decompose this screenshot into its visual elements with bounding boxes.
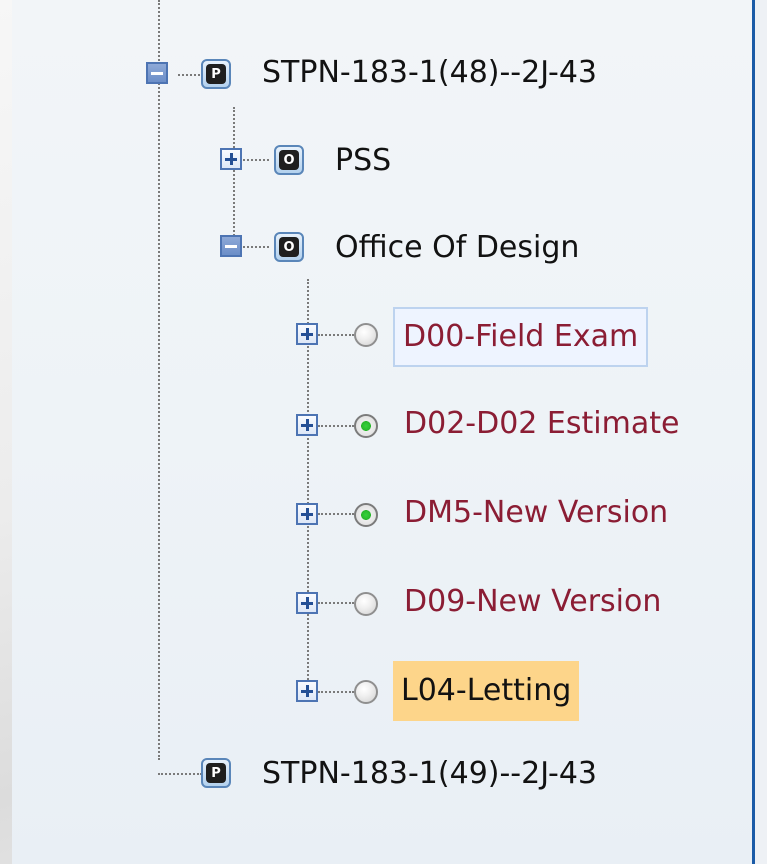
expand-button[interactable] xyxy=(296,592,318,614)
status-green-icon xyxy=(354,503,378,527)
office-node-icon: O xyxy=(274,232,304,262)
tree-connector xyxy=(158,0,160,760)
status-gray-icon xyxy=(354,680,378,704)
status-gray-icon xyxy=(354,323,378,347)
tree-connector xyxy=(318,334,354,336)
tree-node-label[interactable]: PSS xyxy=(335,142,391,180)
plus-icon xyxy=(301,419,313,431)
tree-connector xyxy=(243,159,269,161)
plus-icon xyxy=(225,153,237,165)
task-node-label[interactable]: L04-Letting xyxy=(393,661,580,721)
tree-node-label[interactable]: STPN-183-1(48)--2J-43 xyxy=(262,54,597,92)
tree-connector xyxy=(178,74,200,76)
expand-button[interactable] xyxy=(296,680,318,702)
status-green-icon xyxy=(354,414,378,438)
panel-splitter[interactable] xyxy=(752,0,767,864)
minus-icon xyxy=(151,71,163,75)
status-gray-icon xyxy=(354,592,378,616)
task-node-label[interactable]: D00-Field Exam xyxy=(393,307,649,367)
collapse-button[interactable] xyxy=(220,235,242,257)
tree-connector xyxy=(233,107,235,247)
collapse-button[interactable] xyxy=(146,62,168,84)
tree-connector xyxy=(318,513,354,515)
tree-connector xyxy=(318,425,354,427)
tree-node-label[interactable]: STPN-183-1(49)--2J-43 xyxy=(262,755,597,793)
plus-icon xyxy=(301,685,313,697)
tree-view-screen: P STPN-183-1(48)--2J-43 O PSS O Office O… xyxy=(0,0,767,864)
tree-node-label[interactable]: Office Of Design xyxy=(335,229,579,267)
plus-icon xyxy=(301,328,313,340)
plus-icon xyxy=(301,597,313,609)
office-node-icon: O xyxy=(274,145,304,175)
expand-button[interactable] xyxy=(296,503,318,525)
project-node-icon: P xyxy=(201,59,231,89)
minus-icon xyxy=(225,244,237,248)
tree-connector xyxy=(158,773,202,775)
project-node-icon: P xyxy=(201,758,231,788)
tree-connector xyxy=(318,602,354,604)
expand-button[interactable] xyxy=(296,323,318,345)
task-node-label[interactable]: D09-New Version xyxy=(404,583,661,621)
task-node-label[interactable]: DM5-New Version xyxy=(404,494,668,532)
tree-connector xyxy=(243,246,269,248)
expand-button[interactable] xyxy=(296,414,318,436)
expand-button[interactable] xyxy=(220,148,242,170)
task-node-label[interactable]: D02-D02 Estimate xyxy=(404,405,679,443)
tree-connector xyxy=(318,691,354,693)
plus-icon xyxy=(301,508,313,520)
